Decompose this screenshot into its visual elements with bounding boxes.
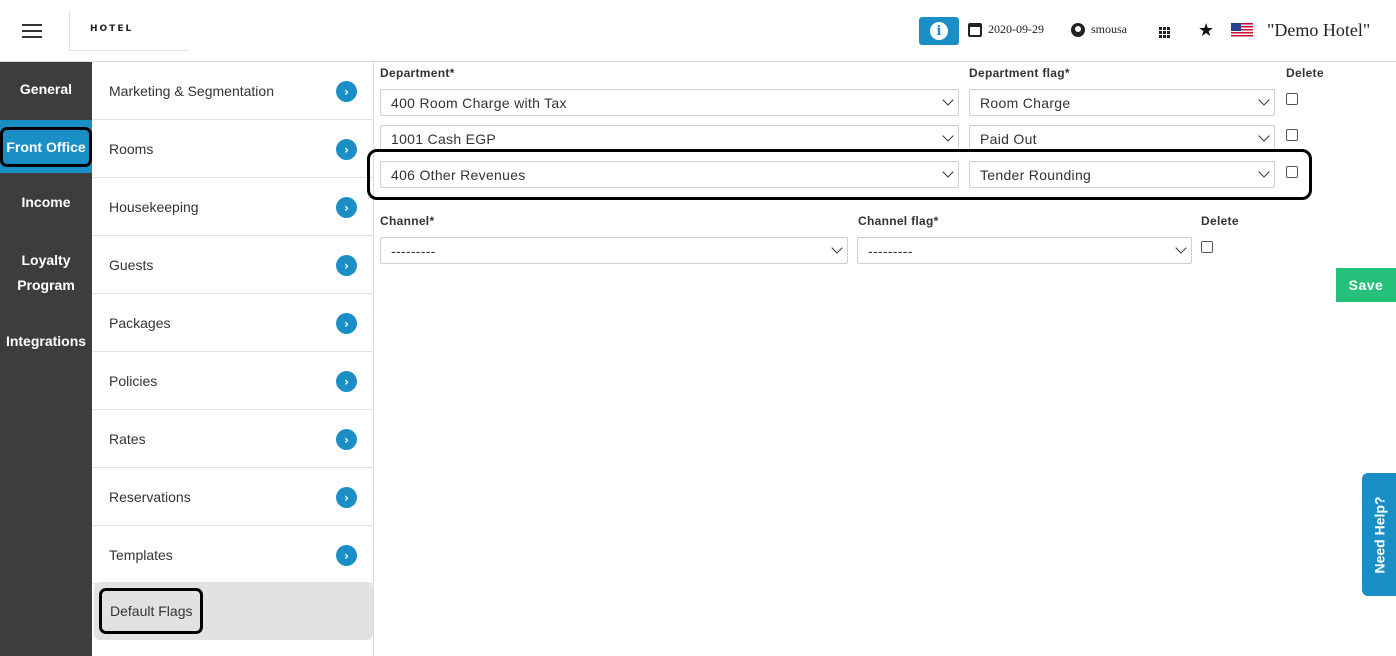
chevron-right-icon[interactable]: › <box>336 545 357 566</box>
chevron-down-icon <box>942 94 954 106</box>
nav-label: Income <box>21 194 71 210</box>
nav-label: Loyalty Program <box>17 252 75 293</box>
sub-item-default-flags[interactable]: Default Flags <box>94 582 373 640</box>
need-help-label: Need Help? <box>1371 495 1388 574</box>
apps-grid-icon[interactable] <box>1159 27 1170 38</box>
logo-text: HOTEL <box>90 24 134 34</box>
logo: HOTEL <box>69 10 189 51</box>
user-icon <box>1071 22 1085 37</box>
nav-item-front-office[interactable]: Front Office <box>0 120 92 173</box>
nav-item-general[interactable]: General <box>0 77 92 102</box>
sub-item-label: Rates <box>109 430 146 447</box>
select-value: --------- <box>391 242 436 259</box>
hamburger-menu-icon[interactable] <box>22 24 42 38</box>
sub-item-guests[interactable]: Guests › <box>92 236 373 294</box>
chevron-right-icon[interactable]: › <box>336 429 357 450</box>
chevron-right-icon[interactable]: › <box>336 313 357 334</box>
department-flag-select[interactable]: Paid Out <box>969 125 1275 152</box>
user-menu[interactable]: smousa <box>1071 22 1127 37</box>
sub-item-reservations[interactable]: Reservations › <box>92 468 373 526</box>
select-value: Room Charge <box>980 94 1071 111</box>
need-help-tab[interactable]: Need Help? <box>1362 473 1396 596</box>
chevron-right-icon[interactable]: › <box>336 197 357 218</box>
sub-item-packages[interactable]: Packages › <box>92 294 373 352</box>
channel-column-header: Channel* <box>380 214 435 228</box>
chevron-down-icon <box>831 242 843 254</box>
sub-item-label: Guests <box>109 256 154 273</box>
chevron-down-icon <box>942 130 954 142</box>
username: smousa <box>1091 22 1127 36</box>
nav-label: Integrations <box>5 333 87 349</box>
sub-item-label: Policies <box>109 372 158 389</box>
chevron-down-icon <box>1258 130 1270 142</box>
chevron-down-icon <box>1175 242 1187 254</box>
department-flag-column-header: Department flag* <box>969 66 1070 80</box>
sub-item-label: Reservations <box>109 488 191 505</box>
delete-checkbox[interactable] <box>1201 241 1213 253</box>
top-header: HOTEL i 2020-09-29 smousa ★ "Demo Hotel" <box>0 0 1396 62</box>
channel-flag-select[interactable]: --------- <box>857 237 1192 264</box>
select-value: --------- <box>868 242 913 259</box>
channel-flag-column-header: Channel flag* <box>858 214 939 228</box>
highlight-box <box>367 149 1312 200</box>
sub-item-label: Packages <box>109 314 171 331</box>
delete-checkbox[interactable] <box>1286 93 1298 105</box>
sub-item-housekeeping[interactable]: Housekeeping › <box>92 178 373 236</box>
department-column-header: Department* <box>380 66 455 80</box>
chevron-right-icon[interactable]: › <box>336 81 357 102</box>
sub-item-label: Rooms <box>109 140 154 157</box>
sub-item-marketing-segmentation[interactable]: Marketing & Segmentation › <box>92 62 373 120</box>
date-display[interactable]: 2020-09-29 <box>968 22 1044 37</box>
department-select[interactable]: 400 Room Charge with Tax <box>380 89 959 116</box>
info-icon: i <box>930 22 948 40</box>
nav-item-loyalty-program[interactable]: Loyalty Program <box>0 248 92 298</box>
sub-item-policies[interactable]: Policies › <box>92 352 373 410</box>
sub-item-label: Default Flags <box>99 587 204 634</box>
chevron-right-icon[interactable]: › <box>336 371 357 392</box>
current-date: 2020-09-29 <box>988 22 1044 36</box>
left-nav: General Front Office Income Loyalty Prog… <box>0 62 92 656</box>
chevron-right-icon[interactable]: › <box>336 255 357 276</box>
save-button[interactable]: Save <box>1336 268 1396 302</box>
select-value: 400 Room Charge with Tax <box>391 94 567 111</box>
channel-delete-column-header: Delete <box>1201 214 1239 228</box>
chevron-right-icon[interactable]: › <box>336 139 357 160</box>
select-value: 1001 Cash EGP <box>391 130 497 147</box>
info-button[interactable]: i <box>919 17 959 45</box>
star-icon[interactable]: ★ <box>1198 20 1214 41</box>
chevron-down-icon <box>1258 94 1270 106</box>
chevron-right-icon[interactable]: › <box>336 487 357 508</box>
sub-item-templates[interactable]: Templates › <box>92 526 373 584</box>
nav-label: General <box>19 81 73 97</box>
us-flag-icon[interactable] <box>1231 23 1253 38</box>
select-value: Paid Out <box>980 130 1037 147</box>
sub-item-rooms[interactable]: Rooms › <box>92 120 373 178</box>
sub-item-label: Templates <box>109 546 173 563</box>
department-delete-column-header: Delete <box>1286 66 1324 80</box>
sub-menu: Marketing & Segmentation › Rooms › House… <box>92 62 374 656</box>
channel-select[interactable]: --------- <box>380 237 848 264</box>
sub-item-rates[interactable]: Rates › <box>92 410 373 468</box>
department-flag-select[interactable]: Room Charge <box>969 89 1275 116</box>
calendar-icon <box>968 22 982 37</box>
sub-item-label: Marketing & Segmentation <box>109 82 274 99</box>
department-select[interactable]: 1001 Cash EGP <box>380 125 959 152</box>
nav-item-integrations[interactable]: Integrations <box>0 329 92 354</box>
hotel-name[interactable]: "Demo Hotel" <box>1267 20 1370 41</box>
nav-item-income[interactable]: Income <box>0 190 92 215</box>
sub-item-label: Housekeeping <box>109 198 199 215</box>
nav-label: Front Office <box>0 126 92 167</box>
delete-checkbox[interactable] <box>1286 129 1298 141</box>
